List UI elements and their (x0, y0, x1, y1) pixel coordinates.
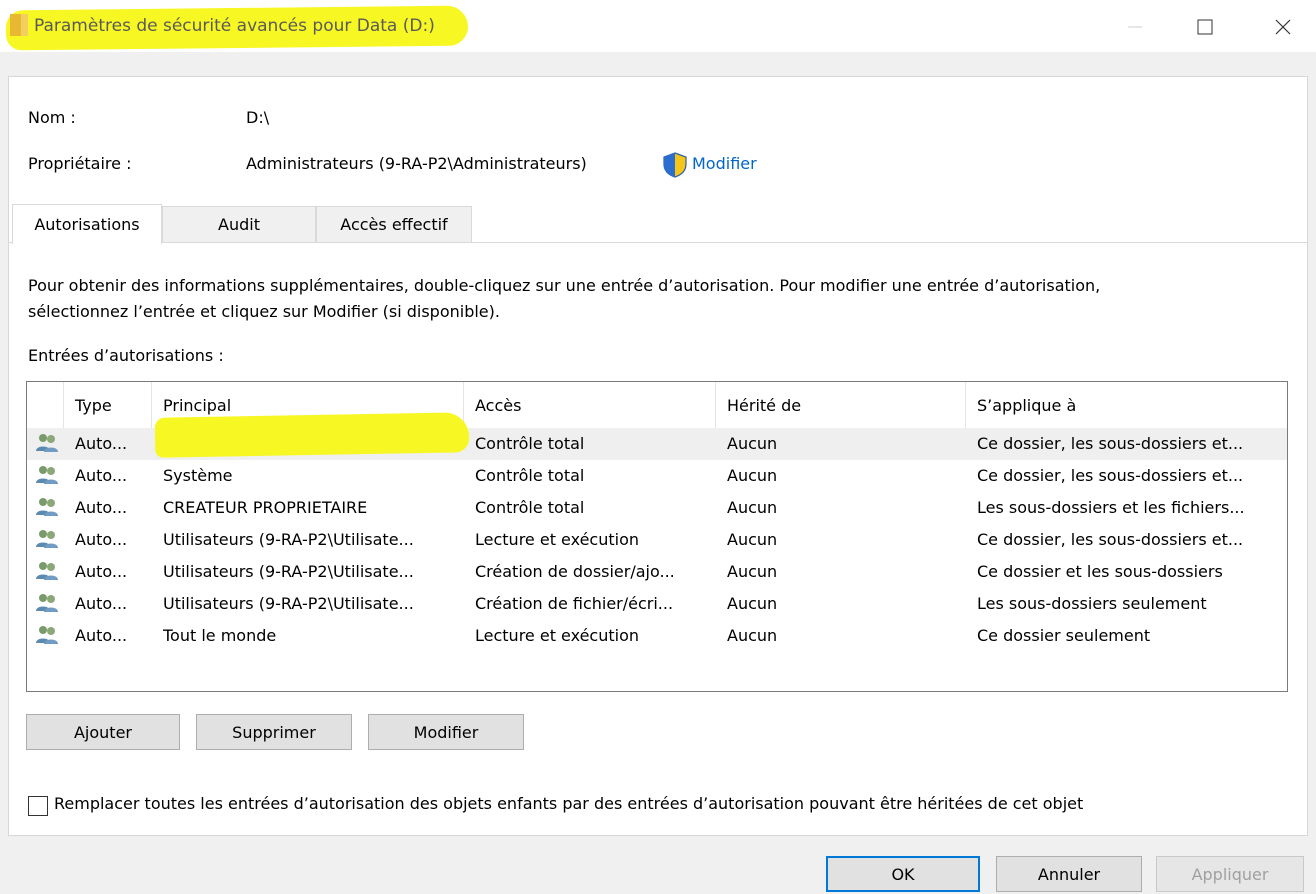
cell-applies: Ce dossier, les sous-dossiers et... (977, 434, 1244, 453)
cell-principal: Système (163, 466, 233, 485)
cell-principal: Tout le monde (163, 626, 277, 645)
folder-icon (10, 14, 28, 36)
change-owner-link[interactable]: Modifier (692, 154, 757, 173)
column-header-principal[interactable]: Principal (163, 396, 231, 415)
name-label: Nom : (28, 108, 76, 127)
entries-label: Entrées d’autorisations : (28, 346, 224, 365)
table-row[interactable]: Auto... Utilisateurs (9-RA-P2\Utilisate..… (27, 524, 1287, 556)
users-group-icon (36, 626, 58, 644)
users-group-icon (36, 434, 58, 452)
cell-type: Auto... (75, 434, 128, 453)
tab-acces-effectif[interactable]: Accès effectif (316, 206, 472, 242)
column-separator[interactable] (965, 382, 966, 428)
window-title: Paramètres de sécurité avancés pour Data… (34, 16, 435, 36)
tab-strip-border (8, 242, 1308, 243)
cell-access: Contrôle total (475, 434, 585, 453)
cell-inherited: Aucun (727, 562, 778, 581)
users-group-icon (36, 466, 58, 484)
instructions-line-2: sélectionnez l’entrée et cliquez sur Mod… (28, 302, 500, 321)
name-value: D:\ (246, 108, 270, 127)
cell-applies: Ce dossier et les sous-dossiers (977, 562, 1223, 581)
cell-type: Auto... (75, 498, 128, 517)
owner-label: Propriétaire : (28, 154, 132, 173)
cell-access: Contrôle total (475, 466, 585, 485)
cell-inherited: Aucun (727, 626, 778, 645)
cell-access: Lecture et exécution (475, 626, 640, 645)
replace-child-permissions-checkbox[interactable] (28, 796, 48, 816)
table-row[interactable]: Auto... Utilisateurs (9-RA-P2\Utilisate..… (27, 556, 1287, 588)
cell-principal: Utilisateurs (9-RA-P2\Utilisate... (163, 594, 414, 613)
column-header-type[interactable]: Type (75, 396, 112, 415)
instructions-line-1: Pour obtenir des informations supplément… (28, 276, 1101, 295)
table-row[interactable]: Auto... Système Contrôle total Aucun Ce doss… (27, 460, 1287, 492)
principal-highlight-mark (154, 412, 470, 458)
column-header-inherited[interactable]: Hérité de (727, 396, 801, 415)
uac-shield-icon (663, 152, 687, 178)
cell-inherited: Aucun (727, 434, 778, 453)
cell-applies: Ce dossier seulement (977, 626, 1151, 645)
cell-applies: Les sous-dossiers et les fichiers... (977, 498, 1245, 517)
column-separator[interactable] (151, 382, 152, 428)
cell-access: Création de fichier/écri... (475, 594, 674, 613)
cell-access: Lecture et exécution (475, 530, 640, 549)
cell-applies: Ce dossier, les sous-dossiers et... (977, 530, 1244, 549)
column-header-applies[interactable]: S’applique à (977, 396, 1076, 415)
table-row[interactable]: Auto... Utilisateurs (9-RA-P2\Utilisate..… (27, 588, 1287, 620)
cell-applies: Les sous-dossiers seulement (977, 594, 1207, 613)
edit-button[interactable]: Modifier (368, 714, 524, 750)
owner-value: Administrateurs (9-RA-P2\Administrateurs… (246, 154, 587, 173)
cell-principal: Utilisateurs (9-RA-P2\Utilisate... (163, 530, 414, 549)
cell-inherited: Aucun (727, 530, 778, 549)
column-header-access[interactable]: Accès (475, 396, 521, 415)
cell-access: Contrôle total (475, 498, 585, 517)
cell-type: Auto... (75, 530, 128, 549)
column-separator[interactable] (715, 382, 716, 428)
tab-audit[interactable]: Audit (162, 206, 316, 242)
close-icon[interactable] (1268, 12, 1298, 42)
cell-type: Auto... (75, 626, 128, 645)
column-separator[interactable] (63, 382, 64, 428)
users-group-icon (36, 562, 58, 580)
maximize-icon[interactable] (1190, 12, 1220, 42)
cell-type: Auto... (75, 466, 128, 485)
cell-inherited: Aucun (727, 498, 778, 517)
add-button[interactable]: Ajouter (26, 714, 180, 750)
cell-type: Auto... (75, 562, 128, 581)
users-group-icon (36, 594, 58, 612)
cell-principal: Utilisateurs (9-RA-P2\Utilisate... (163, 562, 414, 581)
table-row[interactable]: Auto... Tout le monde Lecture et exécution… (27, 620, 1287, 652)
cell-principal: CREATEUR PROPRIETAIRE (163, 498, 368, 517)
users-group-icon (36, 530, 58, 548)
remove-button[interactable]: Supprimer (196, 714, 352, 750)
tab-autorisations[interactable]: Autorisations (12, 204, 162, 244)
apply-button[interactable]: Appliquer (1156, 856, 1304, 892)
cell-applies: Ce dossier, les sous-dossiers et... (977, 466, 1244, 485)
cell-type: Auto... (75, 594, 128, 613)
cancel-button[interactable]: Annuler (996, 856, 1142, 892)
replace-child-permissions-label[interactable]: Remplacer toutes les entrées d’autorisat… (54, 794, 1083, 813)
users-group-icon (36, 498, 58, 516)
ok-button[interactable]: OK (826, 856, 980, 892)
title-bar: Paramètres de sécurité avancés pour Data… (0, 0, 1316, 52)
minimize-icon[interactable] (1120, 12, 1150, 42)
cell-inherited: Aucun (727, 594, 778, 613)
cell-inherited: Aucun (727, 466, 778, 485)
table-row[interactable]: Auto... CREATEUR PROPRIETAIRE Contrôle tot… (27, 492, 1287, 524)
cell-access: Création de dossier/ajo... (475, 562, 675, 581)
